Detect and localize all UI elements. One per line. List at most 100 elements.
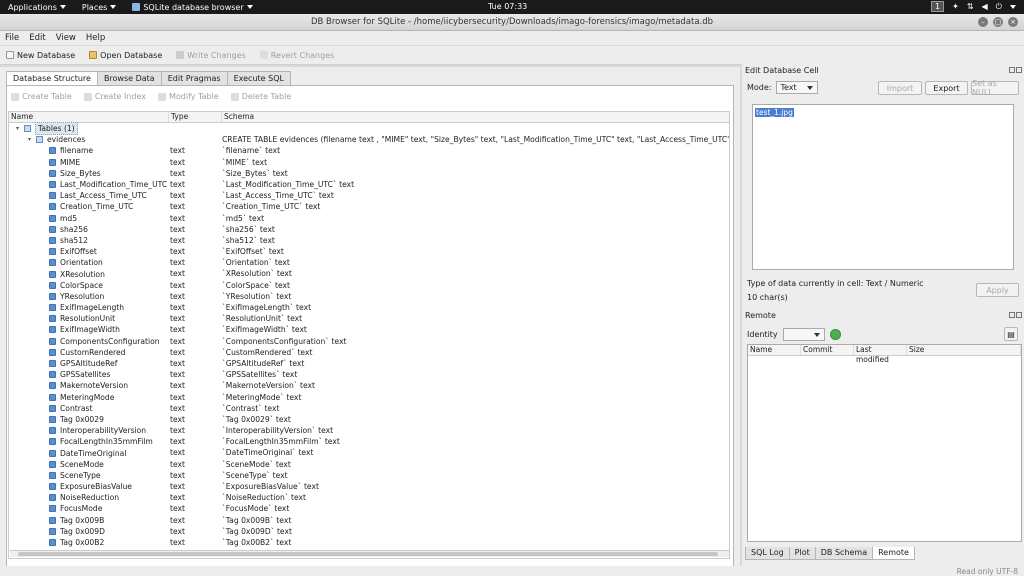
tree-row-field[interactable]: GPSSatellites text `GPSSatellites` text (9, 369, 729, 380)
tree-row-field[interactable]: FocalLengthIn35mmFilm text `FocalLengthIn3… (9, 436, 729, 447)
tree-row-field[interactable]: Tag 0x009D text `Tag 0x009D` text (9, 526, 729, 537)
remote-clone-icon[interactable]: ▤ (1004, 327, 1018, 341)
tree-row-field[interactable]: SceneMode text `SceneMode` text (9, 459, 729, 470)
open-database-button[interactable]: Open Database (89, 51, 162, 60)
tab-plot[interactable]: Plot (788, 547, 816, 560)
undock-icon[interactable] (1009, 312, 1015, 318)
tree-row-field[interactable]: ExifImageLength text `ExifImageLength` tex… (9, 302, 729, 313)
tree-row-field[interactable]: sha256 text `sha256` text (9, 224, 729, 235)
tab-execute-sql[interactable]: Execute SQL (226, 71, 291, 85)
accessibility-icon[interactable]: ✦ (952, 2, 959, 11)
tree-row-field[interactable]: XResolution text `XResolution` text (9, 268, 729, 279)
tab-browse-data[interactable]: Browse Data (96, 71, 162, 85)
close-icon[interactable]: × (1008, 17, 1018, 27)
tree-row-field[interactable]: MIME text `MIME` text (9, 157, 729, 168)
close-icon[interactable] (1016, 67, 1022, 73)
tab-database-structure[interactable]: Database Structure (6, 71, 98, 86)
tree-row-field[interactable]: Tag 0x009B text `Tag 0x009B` text (9, 515, 729, 526)
tree-row-field[interactable]: YResolution text `YResolution` text (9, 291, 729, 302)
tree-row-field[interactable]: filename text `filename` text (9, 145, 729, 156)
column-header-name[interactable]: Name (9, 112, 169, 122)
cell-value[interactable]: test_1.jpg (755, 108, 794, 117)
power-icon[interactable]: ⏻ (996, 2, 1002, 12)
new-database-button[interactable]: New Database (6, 51, 75, 60)
tree-row-field[interactable]: MakernoteVersion text `MakernoteVersion` t… (9, 380, 729, 391)
mode-select[interactable]: Text (775, 81, 818, 94)
scrollbar-thumb[interactable] (18, 552, 718, 556)
set-null-button[interactable]: Set as NULL (971, 79, 1019, 97)
create-table-button[interactable]: Create Table (11, 92, 72, 101)
horizontal-scrollbar[interactable] (10, 550, 729, 557)
apply-button[interactable]: Apply (976, 283, 1019, 297)
tree-row-field[interactable]: NoiseReduction text `NoiseReduction` text (9, 492, 729, 503)
active-app-menu[interactable]: SQLite database browser (124, 3, 260, 12)
identity-select[interactable] (782, 328, 825, 341)
tree-row-field[interactable]: md5 text `md5` text (9, 213, 729, 224)
tree-row-field[interactable]: ResolutionUnit text `ResolutionUnit` text (9, 313, 729, 324)
column-header-name[interactable]: Name (748, 345, 801, 355)
tab-edit-pragmas[interactable]: Edit Pragmas (160, 71, 228, 85)
column-header-schema[interactable]: Schema (222, 112, 729, 122)
create-index-button[interactable]: Create Index (83, 92, 146, 101)
tree-row-field[interactable]: ComponentsConfiguration text `ComponentsCo… (9, 336, 729, 347)
field-icon (49, 315, 56, 323)
tree-row-field[interactable]: SceneType text `SceneType` text (9, 470, 729, 481)
tree-row-field[interactable]: Tag 0x00B2 text `Tag 0x00B2` text (9, 537, 729, 548)
menu-edit[interactable]: Edit (29, 33, 45, 43)
tree-row-field[interactable]: ColorSpace text `ColorSpace` text (9, 280, 729, 291)
add-identity-icon[interactable] (829, 329, 841, 340)
workspace-indicator[interactable]: 1 (931, 1, 945, 12)
tree-row-field[interactable]: ExifImageWidth text `ExifImageWidth` text (9, 324, 729, 335)
tree-row-field[interactable]: ExposureBiasValue text `ExposureBiasValue`… (9, 481, 729, 492)
column-header-size[interactable]: Size (907, 345, 1021, 355)
collapse-icon[interactable]: ▾ (28, 134, 36, 145)
field-icon (49, 438, 56, 446)
collapse-icon[interactable]: ▾ (16, 123, 24, 134)
chevron-down-icon[interactable] (1010, 4, 1016, 9)
delete-table-button[interactable]: Delete Table (230, 92, 291, 101)
network-icon[interactable]: ⇅ (967, 2, 974, 11)
tree-node-tables[interactable]: ▾ Tables (1) (9, 122, 729, 136)
tree-row-field[interactable]: Tag 0x0029 text `Tag 0x0029` text (9, 414, 729, 425)
minimize-icon[interactable]: – (978, 17, 988, 27)
remote-table[interactable]: Name Commit Last modified Size (747, 344, 1022, 542)
menu-help[interactable]: Help (86, 33, 105, 43)
column-header-commit[interactable]: Commit (801, 345, 854, 355)
clock[interactable]: Tue 07:33 (488, 2, 527, 11)
tree-row-field[interactable]: Last_Modification_Time_UTC text `Last_Modi… (9, 179, 729, 190)
close-icon[interactable] (1016, 312, 1022, 318)
tree-row-field[interactable]: Contrast text `Contrast` text (9, 403, 729, 414)
schema-tree[interactable]: Name Type Schema ▾ Tables (1) ▾ evidences … (8, 111, 730, 559)
undock-icon[interactable] (1009, 67, 1015, 73)
import-button[interactable]: Import (878, 81, 922, 95)
tree-row-field[interactable]: DateTimeOriginal text `DateTimeOriginal` t… (9, 447, 729, 458)
tab-remote[interactable]: Remote (872, 547, 915, 560)
volume-icon[interactable]: ◀ (982, 2, 988, 11)
column-header-type[interactable]: Type (169, 112, 222, 122)
menu-view[interactable]: View (56, 33, 76, 43)
applications-menu[interactable]: Applications (0, 3, 74, 12)
tree-row-field[interactable]: Last_Access_Time_UTC text `Last_Access_Tim… (9, 190, 729, 201)
menu-file[interactable]: File (5, 33, 19, 43)
export-button[interactable]: Export (925, 81, 968, 95)
cell-editor[interactable]: test_1.jpg (752, 104, 1014, 270)
tree-row-field[interactable]: MeteringMode text `MeteringMode` text (9, 392, 729, 403)
tree-row-field[interactable]: Size_Bytes text `Size_Bytes` text (9, 168, 729, 179)
tree-row-field[interactable]: ExifOffset text `ExifOffset` text (9, 246, 729, 257)
tree-node-table-evidences[interactable]: ▾ evidences CREATE TABLE evidences (filen… (9, 134, 729, 145)
write-changes-button[interactable]: Write Changes (176, 51, 246, 60)
tree-row-field[interactable]: FocusMode text `FocusMode` text (9, 503, 729, 514)
column-header-last-modified[interactable]: Last modified (854, 345, 907, 364)
revert-changes-button[interactable]: Revert Changes (259, 51, 334, 60)
tab-sql-log[interactable]: SQL Log (745, 547, 790, 560)
places-menu[interactable]: Places (74, 3, 124, 12)
maximize-icon[interactable]: □ (993, 17, 1003, 27)
tree-row-field[interactable]: CustomRendered text `CustomRendered` text (9, 347, 729, 358)
tree-row-field[interactable]: Creation_Time_UTC text `Creation_Time_UTC`… (9, 201, 729, 212)
modify-table-button[interactable]: Modify Table (157, 92, 219, 101)
tree-row-field[interactable]: GPSAltitudeRef text `GPSAltitudeRef` text (9, 358, 729, 369)
tree-row-field[interactable]: InteroperabilityVersion text `Interoperabi… (9, 425, 729, 436)
tab-db-schema[interactable]: DB Schema (814, 547, 874, 560)
tree-row-field[interactable]: sha512 text `sha512` text (9, 235, 729, 246)
tree-row-field[interactable]: Orientation text `Orientation` text (9, 257, 729, 268)
